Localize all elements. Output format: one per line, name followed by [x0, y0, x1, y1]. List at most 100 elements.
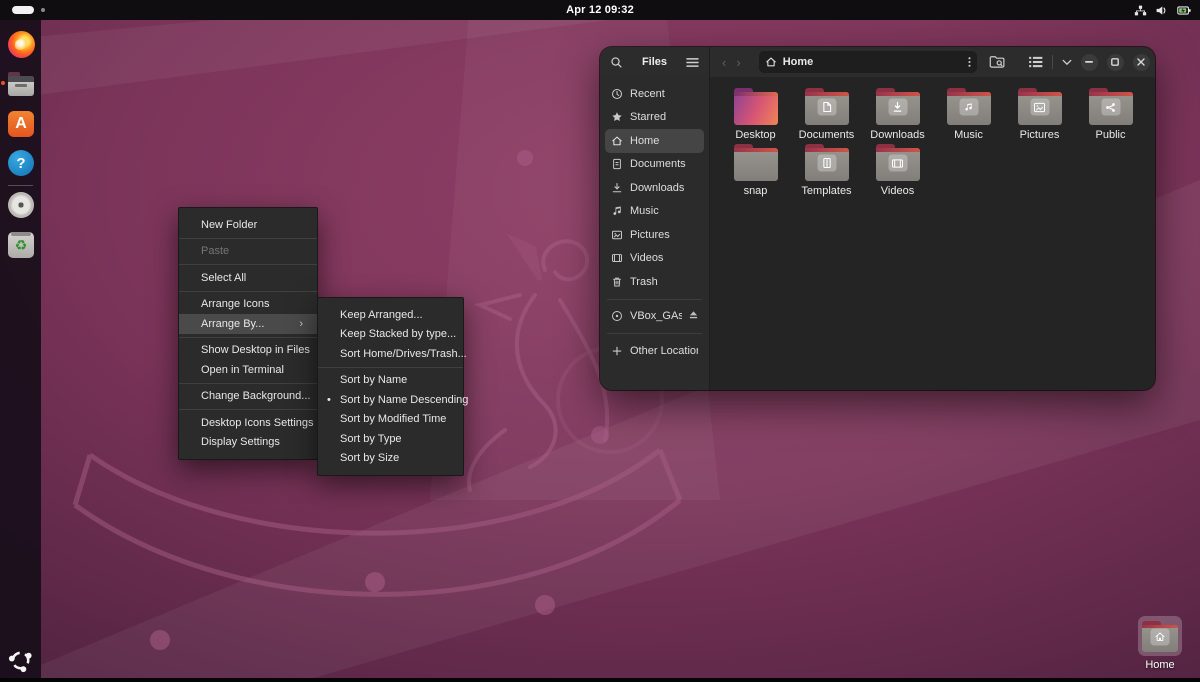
- menu-item-arrange-icons[interactable]: Arrange Icons: [179, 295, 317, 315]
- menu-item-select-all[interactable]: Select All: [179, 268, 317, 288]
- menu-item-sort-home-drives-trash[interactable]: Sort Home/Drives/Trash...: [318, 344, 463, 364]
- menu-item-keep-arranged[interactable]: Keep Arranged...: [318, 305, 463, 325]
- dock-files-button[interactable]: [7, 70, 35, 98]
- view-options-dropdown[interactable]: [1062, 59, 1072, 66]
- sidebar-separator: [607, 333, 702, 334]
- list-view-toggle-button[interactable]: [1029, 56, 1043, 68]
- close-button[interactable]: [1133, 54, 1150, 71]
- music-folder-icon: [946, 88, 992, 125]
- search-in-folder-button[interactable]: [989, 55, 1006, 69]
- picture-icon: [611, 229, 623, 241]
- menu-item-paste[interactable]: Paste: [179, 242, 317, 262]
- folder-label: Public: [1096, 129, 1126, 141]
- menu-item-sort-by-type[interactable]: Sort by Type: [318, 429, 463, 449]
- sidebar: Recent Starred Home Documents Downloads: [600, 77, 710, 390]
- menu-item-sort-by-name[interactable]: Sort by Name: [318, 371, 463, 391]
- path-bar[interactable]: Home: [759, 51, 977, 73]
- document-icon: [611, 158, 623, 170]
- file-view[interactable]: Desktop Documents Downloads: [710, 77, 1155, 390]
- sidebar-item-documents[interactable]: Documents: [605, 153, 704, 177]
- sidebar-item-starred[interactable]: Starred: [605, 106, 704, 130]
- back-button[interactable]: ‹: [722, 55, 726, 70]
- menu-item-display-settings[interactable]: Display Settings: [179, 433, 317, 453]
- pictures-folder-icon: [1017, 88, 1063, 125]
- sidebar-item-label: Downloads: [630, 182, 684, 194]
- disc-icon: [611, 310, 623, 322]
- system-status-area[interactable]: [1134, 2, 1192, 18]
- sidebar-item-trash[interactable]: Trash: [605, 270, 704, 294]
- dock-trash-button[interactable]: ♻: [7, 231, 35, 259]
- search-button[interactable]: [610, 56, 623, 69]
- menu-separator: [179, 238, 317, 239]
- sidebar-item-downloads[interactable]: Downloads: [605, 176, 704, 200]
- home-icon: [611, 135, 623, 147]
- menu-item-arrange-by[interactable]: Arrange By... ›: [179, 314, 317, 334]
- menu-item-new-folder[interactable]: New Folder: [179, 215, 317, 235]
- picture-emblem-icon: [1030, 99, 1049, 116]
- plus-icon: [611, 345, 623, 357]
- dock-removable-disk-button[interactable]: [7, 191, 35, 219]
- folder-music[interactable]: Music: [933, 86, 1004, 142]
- minimize-button[interactable]: [1081, 54, 1098, 71]
- home-emblem-icon: [1151, 628, 1170, 645]
- folder-documents[interactable]: Documents: [791, 86, 862, 142]
- folder-public[interactable]: Public: [1075, 86, 1146, 142]
- folder-label: Desktop: [735, 129, 775, 141]
- folder-downloads[interactable]: Downloads: [862, 86, 933, 142]
- menu-item-show-desktop-in-files[interactable]: Show Desktop in Files: [179, 341, 317, 361]
- network-icon: [1134, 4, 1147, 17]
- workspace-indicator[interactable]: [12, 6, 45, 14]
- folder-label: Downloads: [870, 129, 924, 141]
- firefox-icon: [8, 31, 35, 58]
- menu-item-sort-by-size[interactable]: Sort by Size: [318, 449, 463, 469]
- clock[interactable]: Apr 12 09:32: [566, 4, 634, 16]
- desktop-context-menu: New Folder Paste Select All Arrange Icon…: [178, 207, 318, 460]
- folder-desktop[interactable]: Desktop: [720, 86, 791, 142]
- home-icon: [765, 56, 777, 68]
- menu-item-sort-by-modified-time[interactable]: Sort by Modified Time: [318, 410, 463, 430]
- sidebar-item-recent[interactable]: Recent: [605, 82, 704, 106]
- menu-item-sort-by-name-descending[interactable]: • Sort by Name Descending: [318, 390, 463, 410]
- desktop-home-icon[interactable]: Home: [1136, 616, 1184, 671]
- menu-item-desktop-icons-settings[interactable]: Desktop Icons Settings: [179, 413, 317, 433]
- dock-ubuntu-software-button[interactable]: A: [7, 110, 35, 138]
- menu-item-change-background[interactable]: Change Background...: [179, 387, 317, 407]
- video-emblem-icon: [888, 155, 907, 172]
- workspace-pill-active: [12, 6, 34, 14]
- sidebar-item-label: Home: [630, 135, 659, 147]
- sidebar-item-label: Recent: [630, 88, 665, 100]
- folder-videos[interactable]: Videos: [862, 142, 933, 198]
- downloads-folder-icon: [875, 88, 921, 125]
- menu-separator: [179, 264, 317, 265]
- sidebar-item-videos[interactable]: Videos: [605, 247, 704, 271]
- music-emblem-icon: [959, 99, 978, 116]
- dock-help-button[interactable]: ?: [7, 149, 35, 177]
- sidebar-item-pictures[interactable]: Pictures: [605, 223, 704, 247]
- desktop: Apr 12 09:32 A ?: [0, 0, 1200, 682]
- folder-snap[interactable]: snap: [720, 142, 791, 198]
- sidebar-item-music[interactable]: Music: [605, 200, 704, 224]
- folder-label: Pictures: [1020, 129, 1060, 141]
- folder-pictures[interactable]: Pictures: [1004, 86, 1075, 142]
- eject-button[interactable]: [689, 310, 698, 322]
- window-header[interactable]: Files ‹ › Home: [600, 47, 1155, 77]
- menu-separator: [179, 291, 317, 292]
- document-emblem-icon: [817, 99, 836, 116]
- menu-item-keep-stacked-by-type[interactable]: Keep Stacked by type...: [318, 325, 463, 345]
- show-applications-button[interactable]: [7, 647, 34, 674]
- hamburger-menu-button[interactable]: [686, 57, 699, 68]
- maximize-button[interactable]: [1107, 54, 1124, 71]
- running-indicator-dot: [1, 81, 5, 85]
- dock-firefox-button[interactable]: [7, 30, 35, 58]
- sidebar-item-other-locations[interactable]: Other Locations: [605, 339, 704, 363]
- sidebar-item-vbox-gas[interactable]: VBox_GAs...: [605, 305, 704, 329]
- battery-icon: [1176, 4, 1192, 17]
- forward-button[interactable]: ›: [736, 55, 740, 70]
- location-options-button[interactable]: [968, 56, 971, 68]
- submenu-chevron-icon: ›: [299, 318, 303, 330]
- folder-templates[interactable]: Templates: [791, 142, 862, 198]
- sidebar-item-home[interactable]: Home: [605, 129, 704, 153]
- menu-item-open-in-terminal[interactable]: Open in Terminal: [179, 360, 317, 380]
- ubuntu-software-icon: A: [8, 111, 34, 137]
- sidebar-item-label: Music: [630, 205, 659, 217]
